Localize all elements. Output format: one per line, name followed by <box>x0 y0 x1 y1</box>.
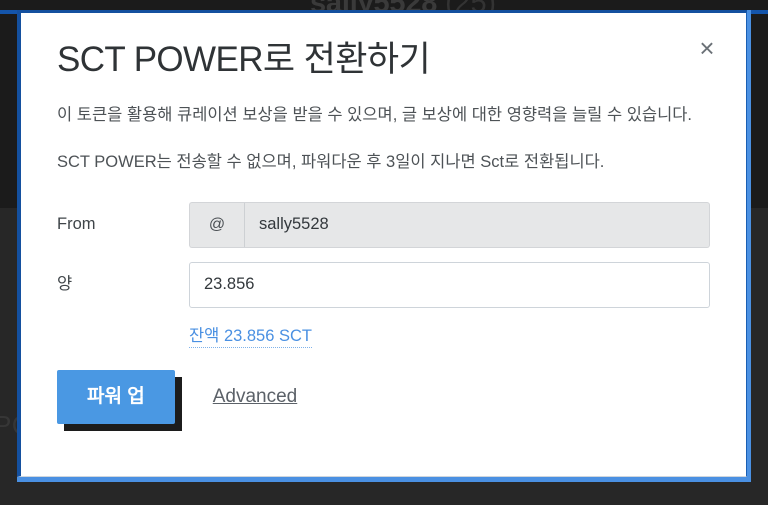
modal-description-1: 이 토큰을 활용해 큐레이션 보상을 받을 수 있으며, 글 보상에 대한 영향… <box>57 106 693 125</box>
modal-description-2: SCT POWER는 전송할 수 없으며, 파워다운 후 3일이 지나면 Sct… <box>57 153 605 172</box>
form-row-amount: 양 <box>57 261 710 308</box>
advanced-link[interactable]: Advanced <box>213 386 298 408</box>
from-account-input[interactable] <box>245 201 710 248</box>
balance-link[interactable]: 잔액 23.856 SCT <box>189 322 312 348</box>
amount-input-group <box>189 261 710 308</box>
form-row-from: From @ <box>57 201 710 248</box>
from-label: From <box>57 215 96 234</box>
modal-content: × SCT POWER로 전환하기 이 토큰을 활용해 큐레이션 보상을 받을 … <box>17 10 747 477</box>
power-up-button[interactable]: 파워 업 <box>57 369 175 424</box>
balance-row: 잔액 23.856 SCT <box>57 322 710 348</box>
close-icon[interactable]: × <box>690 31 724 65</box>
amount-label: 양 <box>57 275 73 294</box>
at-sign-icon: @ <box>189 201 245 248</box>
modal-dialog: × SCT POWER로 전환하기 이 토큰을 활용해 큐레이션 보상을 받을 … <box>17 10 751 482</box>
balance-spacer <box>57 322 189 348</box>
amount-input[interactable] <box>189 261 710 308</box>
power-up-button-wrap: 파워 업 <box>57 369 182 431</box>
modal-title: SCT POWER로 전환하기 <box>57 40 431 79</box>
from-input-group: @ <box>189 201 710 248</box>
modal-actions: 파워 업 Advanced <box>57 369 710 431</box>
